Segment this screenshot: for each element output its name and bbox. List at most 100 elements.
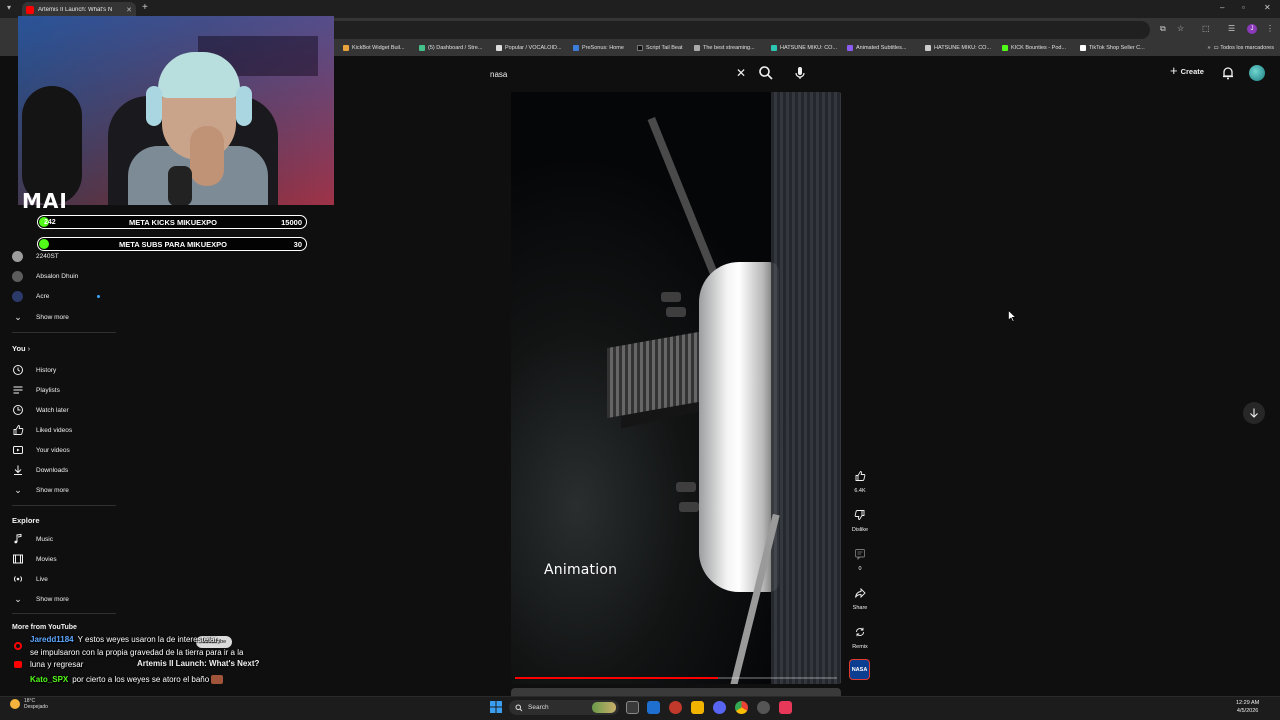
youtube-favicon-icon [26, 6, 34, 14]
bookmark-item[interactable]: PreSonus: Home [573, 45, 624, 51]
subscription-item[interactable]: Absalon Dhuin [12, 271, 78, 282]
windows-start-icon[interactable] [490, 701, 502, 713]
download-icon [14, 465, 22, 475]
comments-button[interactable]: 0 [848, 544, 872, 572]
bookmark-item[interactable]: KICK Bounties - Pod... [1002, 45, 1066, 51]
account-avatar[interactable] [1249, 65, 1265, 81]
video-progress-bar[interactable] [515, 677, 837, 679]
goal-target: 30 [293, 239, 302, 249]
notifications-bell-icon[interactable] [1221, 66, 1235, 80]
next-short-button[interactable] [1243, 402, 1265, 424]
remix-button[interactable]: Remix [848, 622, 872, 650]
extensions-icon[interactable]: ⬚ [1202, 24, 1210, 33]
taskbar-search[interactable]: Search [509, 700, 619, 715]
sidebar-item-your-videos[interactable]: Your videos [12, 444, 70, 456]
microphone-icon[interactable] [792, 65, 808, 81]
chat-message: Jaredd1184 Y estos weyes usaron la de int… [30, 635, 219, 644]
bookmark-item[interactable]: The best streaming... [694, 45, 755, 51]
comment-count: 0 [858, 566, 862, 572]
video-frame-thruster [661, 292, 681, 302]
all-bookmarks-folder[interactable]: » ▭ Todos los marcadores [1207, 45, 1274, 51]
shorts-video-player[interactable] [511, 92, 841, 684]
bookmark-item[interactable]: (5) Dashboard / Stre... [419, 45, 482, 51]
window-close-icon[interactable]: ✕ [1264, 3, 1271, 12]
search-input[interactable]: nasa [482, 64, 754, 84]
dislike-label: Dislike [851, 527, 869, 533]
maximize-icon[interactable]: ▫ [1242, 3, 1245, 12]
bookmark-item[interactable]: TikTok Shop Seller C... [1080, 45, 1145, 51]
weather-widget[interactable]: 18°C Despejado [10, 698, 48, 710]
settings-gear-icon[interactable] [757, 701, 770, 714]
sidebar-item-history[interactable]: History [12, 364, 56, 376]
video-caption: Animation [544, 562, 618, 578]
clock-time: 12:29 AM [1236, 700, 1260, 706]
sidebar-item-downloads[interactable]: Downloads [12, 464, 68, 476]
sidebar-item-liked-videos[interactable]: Liked videos [12, 424, 72, 436]
clear-search-icon[interactable]: ✕ [736, 66, 746, 80]
search-icon[interactable] [758, 65, 774, 81]
sidebar-item-live[interactable]: Live [12, 573, 48, 585]
opera-icon[interactable] [669, 701, 682, 714]
browser-profile-icon[interactable]: J [1247, 24, 1257, 34]
sidebar-item-playlists[interactable]: Playlists [12, 384, 60, 396]
bookmark-item[interactable]: KickBot Widget Buil... [343, 45, 405, 51]
remix-label: Remix [852, 644, 868, 650]
share-button[interactable]: Share [848, 583, 872, 611]
subscriptions-show-more[interactable]: ⌄ Show more [12, 311, 69, 323]
file-explorer-icon[interactable] [691, 701, 704, 714]
kicks-goal-bar: 242 META KICKS MIKUEXPO 15000 [37, 215, 307, 229]
next-video-peek[interactable] [511, 688, 841, 696]
edge-browser-icon[interactable] [647, 701, 660, 714]
chrome-icon[interactable] [735, 701, 748, 714]
minimize-icon[interactable]: – [1220, 3, 1224, 12]
video-frame-thruster [679, 502, 699, 512]
sidebar-item-music[interactable]: Music [12, 533, 53, 545]
sidebar-item-watch-later[interactable]: Watch later [12, 404, 69, 416]
tab-close-icon[interactable]: ✕ [126, 6, 132, 14]
explore-show-more[interactable]: ⌄ Show more [12, 593, 69, 605]
your-videos-icon [13, 446, 23, 454]
mouse-cursor-icon [1008, 310, 1016, 322]
chat-message-continued: se impulsaron con la propia gravedad de … [30, 648, 244, 657]
chat-message-continued: luna y regresar [30, 660, 84, 669]
subscription-item[interactable]: Acre [12, 291, 49, 302]
video-frame-solar-array [771, 92, 841, 684]
subs-goal-bar: META SUBS PARA MIKUEXPO 30 [37, 237, 307, 251]
bookmark-item[interactable]: HATSUNE MIKU: CO... [771, 45, 837, 51]
discord-icon[interactable] [713, 701, 726, 714]
bookmark-star-icon[interactable]: ☆ [1177, 24, 1184, 33]
windows-taskbar [0, 696, 1280, 720]
system-clock[interactable]: 12:29 AM 4/5/2026 [1236, 699, 1259, 715]
bookmark-item[interactable]: Animated Subtitles... [847, 45, 906, 51]
bookmark-item[interactable]: Script Tail Beat [637, 45, 683, 51]
dislike-icon [850, 505, 870, 525]
task-view-icon[interactable] [626, 701, 639, 714]
video-frame-thruster [666, 307, 686, 317]
you-show-more[interactable]: ⌄ Show more [12, 484, 69, 496]
clock-date: 4/5/2026 [1236, 708, 1259, 714]
chat-message: Kato_SPX por cierto a los weyes se atoro … [30, 675, 224, 685]
bookmark-item[interactable]: HATSUNE MIKU: CO... [925, 45, 991, 51]
browser-menu-icon[interactable]: ⋮ [1266, 24, 1274, 33]
like-icon [13, 425, 24, 435]
install-app-icon[interactable]: ⧉ [1160, 24, 1166, 34]
like-button[interactable]: 6.4K [848, 466, 872, 494]
channel-logo-nasa[interactable]: NASA [849, 659, 870, 680]
you-section-header[interactable]: You › [12, 344, 30, 353]
sidebar-toggle-icon[interactable]: ☰ [1228, 24, 1235, 33]
bookmark-item[interactable]: Popular / VOCALOID... [496, 45, 562, 51]
subscription-item[interactable]: 2240ST [12, 251, 59, 262]
dislike-button[interactable]: Dislike [848, 505, 872, 533]
new-tab-icon[interactable]: + [142, 2, 148, 13]
like-icon [850, 466, 870, 486]
tab-search-icon[interactable]: ▾ [7, 3, 11, 12]
live-icon [13, 576, 23, 582]
sidebar-item-movies[interactable]: Movies [12, 553, 57, 565]
music-app-icon[interactable] [779, 701, 792, 714]
more-from-youtube-header: More from YouTube [12, 624, 77, 631]
create-button[interactable]: + Create [1170, 64, 1204, 77]
comment-icon [850, 544, 870, 564]
webcam-headphone-left [146, 86, 162, 126]
search-highlight-icon [592, 702, 616, 713]
tab-title: Artemis II Launch: What's N [38, 7, 113, 13]
